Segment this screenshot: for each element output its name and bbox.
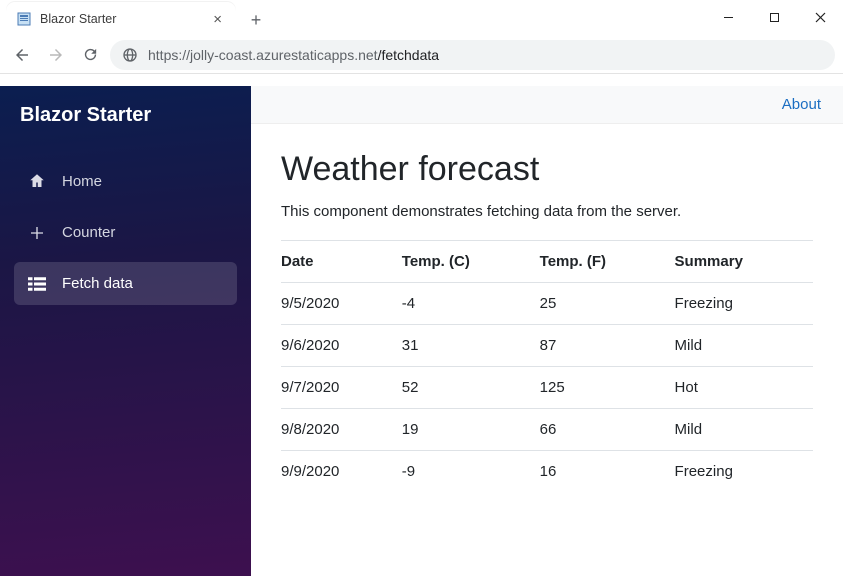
cell-summary: Mild bbox=[675, 409, 813, 451]
browser-tab[interactable]: Blazor Starter × bbox=[6, 2, 236, 36]
cell-summary: Freezing bbox=[675, 283, 813, 325]
cell-date: 9/7/2020 bbox=[281, 367, 402, 409]
window-maximize-button[interactable] bbox=[751, 2, 797, 32]
sidebar-item-home[interactable]: Home bbox=[14, 159, 237, 203]
cell-date: 9/8/2020 bbox=[281, 409, 402, 451]
cell-summary: Freezing bbox=[675, 451, 813, 493]
app: Blazor Starter Home Counter Fetch data A… bbox=[0, 86, 843, 576]
topbar: About bbox=[251, 86, 843, 124]
sidebar-item-label: Fetch data bbox=[62, 275, 133, 292]
sidebar-item-label: Counter bbox=[62, 224, 115, 241]
th-date: Date bbox=[281, 241, 402, 283]
cell-tf: 125 bbox=[540, 367, 675, 409]
sidebar: Blazor Starter Home Counter Fetch data bbox=[0, 86, 251, 576]
table-row: 9/5/2020-425Freezing bbox=[281, 283, 813, 325]
th-temp-c: Temp. (C) bbox=[402, 241, 540, 283]
sidebar-item-fetch-data[interactable]: Fetch data bbox=[14, 262, 237, 305]
table-row: 9/8/20201966Mild bbox=[281, 409, 813, 451]
brand-title: Blazor Starter bbox=[0, 86, 251, 149]
page-title: Weather forecast bbox=[281, 150, 813, 189]
cell-tc: -9 bbox=[402, 451, 540, 493]
table-header-row: Date Temp. (C) Temp. (F) Summary bbox=[281, 241, 813, 283]
cell-date: 9/6/2020 bbox=[281, 325, 402, 367]
cell-tc: 52 bbox=[402, 367, 540, 409]
th-temp-f: Temp. (F) bbox=[540, 241, 675, 283]
cell-tc: 19 bbox=[402, 409, 540, 451]
cell-tf: 16 bbox=[540, 451, 675, 493]
cell-date: 9/9/2020 bbox=[281, 451, 402, 493]
browser-toolbar: https://jolly-coast.azurestaticapps.net/… bbox=[0, 36, 843, 74]
cell-tf: 66 bbox=[540, 409, 675, 451]
tabstrip: Blazor Starter × + bbox=[0, 0, 843, 36]
tab-close-icon[interactable]: × bbox=[213, 11, 222, 28]
url-text: https://jolly-coast.azurestaticapps.net/… bbox=[148, 47, 439, 63]
forecast-table: Date Temp. (C) Temp. (F) Summary 9/5/202… bbox=[281, 240, 813, 492]
favicon-icon bbox=[16, 11, 32, 27]
cell-summary: Mild bbox=[675, 325, 813, 367]
table-row: 9/6/20203187Mild bbox=[281, 325, 813, 367]
cell-tf: 87 bbox=[540, 325, 675, 367]
address-bar[interactable]: https://jolly-coast.azurestaticapps.net/… bbox=[110, 40, 835, 70]
forward-button[interactable] bbox=[42, 41, 70, 69]
sidebar-item-label: Home bbox=[62, 173, 102, 190]
reload-button[interactable] bbox=[76, 41, 104, 69]
browser-chrome: Blazor Starter × + https://jolly-coast.a… bbox=[0, 0, 843, 86]
about-link[interactable]: About bbox=[782, 96, 821, 113]
cell-tc: 31 bbox=[402, 325, 540, 367]
table-row: 9/9/2020-916Freezing bbox=[281, 451, 813, 493]
tab-title: Blazor Starter bbox=[40, 12, 205, 26]
new-tab-button[interactable]: + bbox=[242, 6, 270, 34]
table-row: 9/7/202052125Hot bbox=[281, 367, 813, 409]
sidebar-item-counter[interactable]: Counter bbox=[14, 211, 237, 254]
cell-summary: Hot bbox=[675, 367, 813, 409]
window-controls bbox=[705, 2, 843, 36]
window-minimize-button[interactable] bbox=[705, 2, 751, 32]
page-description: This component demonstrates fetching dat… bbox=[281, 203, 813, 220]
content: About Weather forecast This component de… bbox=[251, 86, 843, 576]
home-icon bbox=[28, 172, 46, 190]
cell-date: 9/5/2020 bbox=[281, 283, 402, 325]
sidebar-nav: Home Counter Fetch data bbox=[0, 149, 251, 315]
site-info-icon[interactable] bbox=[122, 47, 138, 63]
cell-tc: -4 bbox=[402, 283, 540, 325]
list-icon bbox=[28, 277, 46, 291]
page-body: Weather forecast This component demonstr… bbox=[251, 124, 843, 492]
th-summary: Summary bbox=[675, 241, 813, 283]
back-button[interactable] bbox=[8, 41, 36, 69]
window-close-button[interactable] bbox=[797, 2, 843, 32]
plus-icon bbox=[28, 225, 46, 241]
cell-tf: 25 bbox=[540, 283, 675, 325]
